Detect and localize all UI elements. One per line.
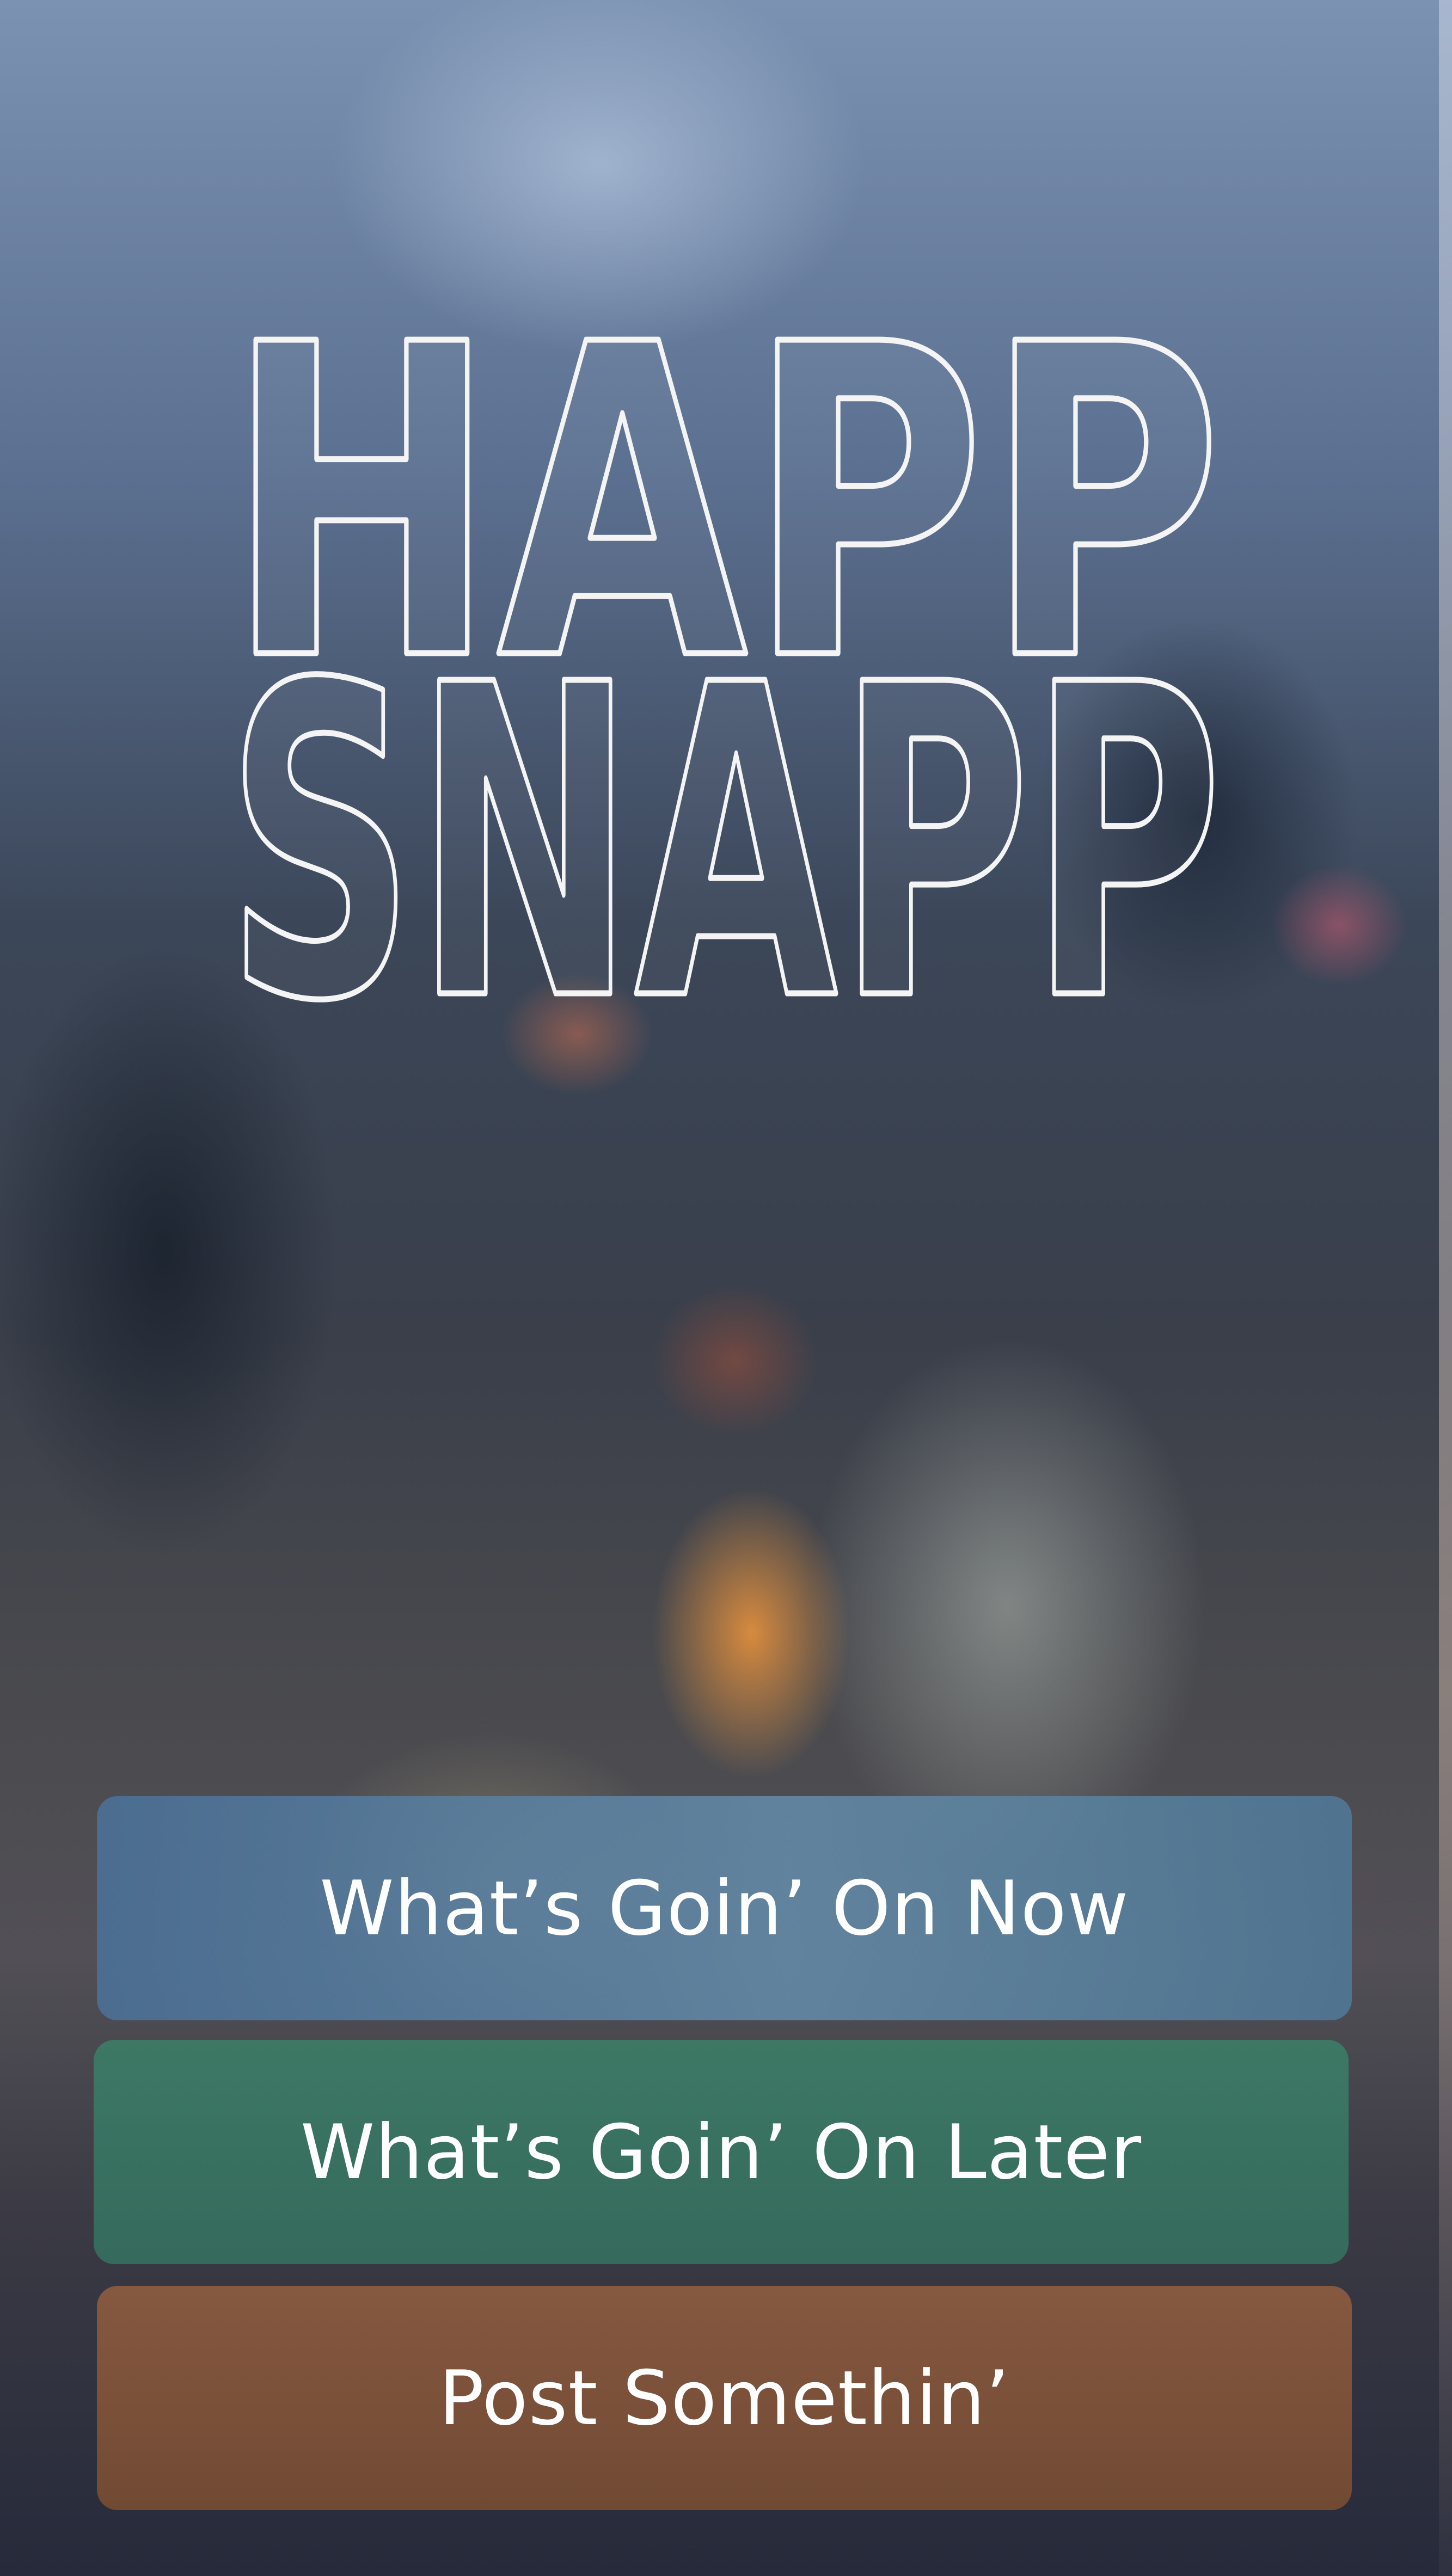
- whats-goin-on-later-label: What’s Goin’ On Later: [300, 2108, 1142, 2196]
- edge-strip: [1439, 0, 1452, 2576]
- app-logo: HAPP SNAPP: [223, 321, 1226, 1007]
- logo-line-snapp: SNAPP: [226, 595, 1222, 1007]
- home-screen: HAPP SNAPP What’s Goin’ On Now What’s Go…: [0, 0, 1452, 2576]
- post-somethin-label: Post Somethin’: [438, 2354, 1010, 2442]
- post-somethin-button[interactable]: Post Somethin’: [97, 2286, 1352, 2510]
- whats-goin-on-now-label: What’s Goin’ On Now: [320, 1864, 1129, 1952]
- whats-goin-on-now-button[interactable]: What’s Goin’ On Now: [97, 1796, 1352, 2020]
- whats-goin-on-later-button[interactable]: What’s Goin’ On Later: [94, 2040, 1349, 2264]
